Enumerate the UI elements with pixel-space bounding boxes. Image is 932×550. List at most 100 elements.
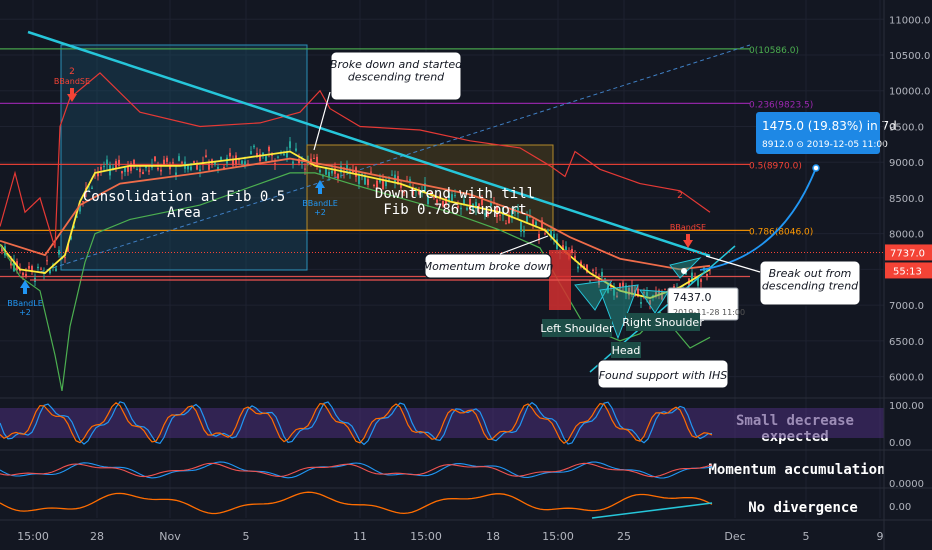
candle-body [250, 151, 252, 155]
ao-axis-tick: 0.00 [889, 502, 911, 513]
candle-body [268, 146, 270, 152]
candle-body [28, 266, 30, 269]
price-axis-tick: 10500.0 [889, 51, 930, 62]
fib-level-label: 0.786(8046.0) [749, 227, 813, 237]
candle-body [292, 161, 294, 164]
candle-body [592, 269, 594, 271]
candle-body [391, 174, 393, 176]
candle-body [100, 167, 102, 170]
candle-body [136, 168, 138, 171]
time-axis-tick: 15:00 [410, 530, 442, 543]
candle-body [301, 161, 303, 163]
candle-body [622, 282, 624, 287]
candle-body [229, 152, 231, 157]
candle-body [166, 157, 168, 162]
time-axis-tick: 25 [617, 530, 631, 543]
candle-body [313, 158, 315, 160]
candle-body [595, 272, 597, 274]
candle-body [664, 288, 666, 290]
price-axis-tick: 10000.0 [889, 87, 930, 98]
projection-label: 1475.0 (19.83%) in 7d 8912.0 ⊙ 2019-12-05… [756, 112, 897, 154]
price-axis-tick: 11000.0 [889, 15, 930, 26]
candle-body [121, 170, 123, 174]
candle-body [256, 153, 258, 156]
candle-body [337, 173, 339, 179]
annotation-text: Momentum broke down [423, 260, 554, 273]
candle-body [706, 273, 708, 277]
candle-body [544, 233, 546, 235]
annotation-text: Found support with IHS [599, 369, 728, 382]
candle-body [133, 159, 135, 166]
candle-body [283, 153, 285, 156]
candle-body [640, 302, 642, 304]
candle-body [289, 141, 291, 148]
candle-body [40, 268, 42, 270]
candle-body [535, 221, 537, 226]
time-axis-tick: 11 [353, 530, 367, 543]
time-axis-tick: Nov [159, 530, 181, 543]
annotation-text: No divergence [748, 500, 858, 516]
candle-body [553, 233, 555, 239]
price-axis-tick: 9500.0 [889, 122, 924, 133]
candle-body [319, 169, 321, 173]
candle-body [331, 170, 333, 174]
annotation-text: Broke down and started descending trend [330, 58, 463, 84]
candle-body [520, 221, 522, 232]
candle-body [25, 273, 27, 277]
candle-body [538, 233, 540, 239]
projection-line1: 1475.0 (19.83%) in 7d [762, 119, 897, 133]
time-axis-tick: 5 [803, 530, 810, 543]
candle-body [199, 169, 201, 171]
projection-line2: 8912.0 ⊙ 2019-12-05 11:00 [762, 140, 888, 150]
candle-body [46, 260, 48, 262]
time-axis-tick: 28 [90, 530, 104, 543]
candle-body [163, 159, 165, 165]
signal-label: BBandSE [670, 223, 706, 232]
time-axis-tick: 15:00 [17, 530, 49, 543]
candle-body [367, 179, 369, 185]
candle-body [277, 156, 279, 158]
candle-body [106, 159, 108, 165]
candle-body [178, 156, 180, 161]
candle-body [175, 172, 177, 176]
candle-body [253, 145, 255, 148]
stoch-band [0, 408, 884, 438]
candle-body [205, 155, 207, 158]
price-axis-tick: 6000.0 [889, 373, 924, 384]
candle-body [274, 163, 276, 165]
annotation-text: Downtrend with till Fib 0.786 support [375, 186, 535, 218]
time-axis-tick: 9 [877, 530, 884, 543]
macd-axis-tick: 0.0000 [889, 479, 924, 490]
candle-body [103, 166, 105, 168]
annotation-text: Right Shoulder [622, 316, 704, 329]
time-axis-tick: Dec [724, 530, 745, 543]
candle-body [97, 172, 99, 177]
candle-body [604, 278, 606, 280]
consolidation-zone [60, 44, 308, 271]
price-axis-tick: 8500.0 [889, 194, 924, 205]
annotation-text: Momentum accumulation [708, 462, 885, 478]
fib-level-label: 0(10586.0) [749, 46, 799, 56]
stoch-axis-tick: 0.00 [889, 438, 911, 449]
candle-body [304, 168, 306, 170]
candle-body [64, 257, 66, 259]
candle-body [148, 170, 150, 172]
trading-chart[interactable]: 0(10586.0) 0.236(9823.5) 0.5(8970.0) 0.786(… [0, 0, 932, 550]
candle-body [370, 171, 372, 173]
price-axis-tick: 9000.0 [889, 158, 924, 169]
candle-body [37, 266, 39, 269]
price-axis-tick: 8000.0 [889, 230, 924, 241]
candle-body [577, 266, 579, 269]
cursor-dot [681, 268, 687, 274]
price-axis-tick: 7000.0 [889, 301, 924, 312]
candle-body [181, 162, 183, 164]
candle-body [193, 161, 195, 164]
candle-body [130, 163, 132, 171]
price-axis-tick: 6500.0 [889, 337, 924, 348]
candle-body [145, 166, 147, 168]
candle-body [139, 168, 141, 172]
candle-body [196, 164, 198, 170]
fib-level-label: 0.236(9823.5) [749, 100, 813, 110]
annotation-text: Head [612, 344, 641, 357]
candle-body [310, 158, 312, 162]
